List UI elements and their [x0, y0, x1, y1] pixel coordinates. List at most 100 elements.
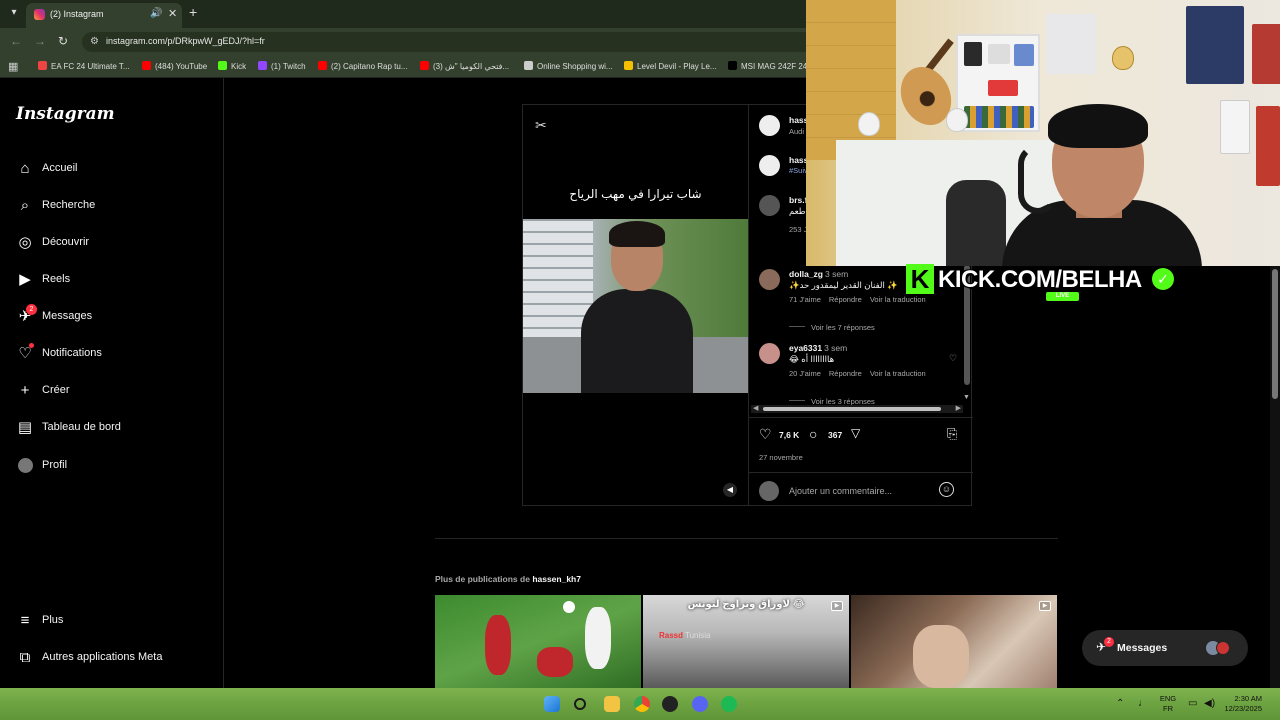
clock[interactable]: 2:30 AM 12/23/2025: [1222, 694, 1262, 714]
comment-user[interactable]: dolla_zg 3 sem: [789, 269, 848, 279]
avatar[interactable]: [759, 155, 780, 176]
comment-count[interactable]: 367: [828, 430, 842, 440]
microphone-icon[interactable]: ♩: [1138, 698, 1148, 709]
nav-item-reels[interactable]: ▶ Reels: [16, 269, 206, 293]
translate-button[interactable]: Voir la traduction: [870, 295, 926, 304]
comment-user[interactable]: eya6331 3 sem: [789, 343, 847, 353]
reload-icon[interactable]: ↻: [58, 34, 68, 48]
scroll-right-arrow-icon[interactable]: ▶: [956, 404, 961, 412]
network-icon[interactable]: ▭: [1188, 698, 1197, 709]
bookmark-item[interactable]: (2) Capitano Rap tu...: [318, 61, 407, 71]
nav-label: Notifications: [42, 347, 102, 359]
post-actions: ♡ 7,6 K ○ 367 ▽ ⎘ 27 novembre Ajouter un…: [749, 417, 973, 505]
comment-text: ✨الفنان القدير ليمقدور حد ✨: [789, 280, 898, 290]
nav-item-notifications[interactable]: ♡ Notifications: [16, 343, 206, 367]
meta-apps[interactable]: ⧉ Autres applications Meta: [16, 647, 206, 671]
instagram-logo[interactable]: Instagram: [16, 104, 115, 124]
audio-label[interactable]: Audi: [789, 127, 804, 136]
post-thumbnail[interactable]: ▶: [851, 595, 1057, 688]
close-tab-icon[interactable]: ✕: [168, 7, 177, 20]
search-icon[interactable]: [574, 698, 586, 710]
player-figure: [585, 607, 611, 669]
tab-search-chevron-icon[interactable]: ▾: [6, 5, 22, 21]
reply-button[interactable]: Répondre: [829, 295, 862, 304]
share-icon[interactable]: ▽: [851, 426, 860, 440]
shelf-item: [964, 42, 982, 66]
scroll-down-arrow-icon[interactable]: ▼: [963, 394, 970, 401]
comment-likes[interactable]: 71 J'aime: [789, 295, 821, 304]
comment-username[interactable]: eya6331: [789, 343, 822, 353]
volume-icon[interactable]: ◀: [723, 483, 737, 497]
add-comment-input[interactable]: Ajouter un commentaire...: [789, 486, 892, 496]
speaker-icon[interactable]: 🔊: [150, 8, 162, 19]
translate-button[interactable]: Voir la traduction: [870, 369, 926, 378]
comments-horizontal-scrollbar[interactable]: ◀ ▶: [751, 405, 963, 413]
nav-item-profile[interactable]: Profil: [16, 455, 206, 479]
language-indicator[interactable]: ENG FR: [1156, 694, 1180, 714]
date: 12/23/2025: [1224, 704, 1262, 713]
more-posts-title: Plus de publications de hassen_kh7: [435, 574, 581, 584]
bookmark-item[interactable]: MSI MAG 242F 24: [728, 61, 807, 71]
file-explorer-icon[interactable]: [604, 696, 620, 712]
scrollbar-thumb[interactable]: [763, 407, 941, 411]
emoji-icon[interactable]: ☺: [939, 482, 954, 497]
mask-figure: [946, 108, 968, 132]
shelf-item: [1014, 44, 1034, 66]
post-thumbnail[interactable]: [435, 595, 641, 688]
bookmark-item[interactable]: EA FC 24 Ultimate T...: [38, 61, 130, 71]
nav-item-home[interactable]: ⌂ Accueil: [16, 158, 206, 182]
new-tab-icon[interactable]: +: [189, 4, 197, 20]
comment-user[interactable]: brs.f: [789, 195, 807, 205]
scroll-left-arrow-icon[interactable]: ◀: [753, 404, 758, 412]
comment-username[interactable]: dolla_zg: [789, 269, 823, 279]
bookmark-icon[interactable]: ⎘: [947, 426, 957, 442]
capcut-logo-icon: ✂: [535, 117, 547, 133]
nav-item-dashboard[interactable]: ▤ Tableau de bord: [16, 417, 206, 441]
avatar[interactable]: [759, 195, 780, 216]
bookmark-item[interactable]: (3) فتحي الكوميا "ش...: [420, 61, 509, 71]
avatar[interactable]: [759, 269, 780, 290]
nav-item-create[interactable]: + Créer: [16, 380, 206, 404]
nav-item-search[interactable]: ⌕ Recherche: [16, 195, 206, 219]
bookmark-item[interactable]: (1) Twitch: [258, 61, 306, 71]
discord-icon[interactable]: [692, 696, 708, 712]
bookmark-item[interactable]: (484) YouTube: [142, 61, 207, 71]
site-info-icon[interactable]: ⚙: [90, 36, 99, 47]
post-thumbnail[interactable]: لاوراق وتزاوج لتونس 😂 Rassd Tunisia ▶: [643, 595, 849, 688]
volume-icon[interactable]: ◀): [1204, 698, 1215, 709]
back-arrow-icon[interactable]: ←: [10, 34, 22, 48]
comment-likes[interactable]: 20 J'aime: [789, 369, 821, 378]
bookmark-item[interactable]: Online Shopping wi...: [524, 61, 613, 71]
streamer-hair: [1048, 104, 1148, 148]
scrollbar-thumb[interactable]: [1272, 269, 1278, 399]
shelf-item: [988, 80, 1018, 96]
hashtag[interactable]: #Suiv: [789, 166, 808, 175]
bookmark-item[interactable]: Kick: [218, 61, 246, 71]
nav-item-messages[interactable]: ✈ 2 Messages: [16, 304, 206, 330]
comment-bubble-icon[interactable]: ○: [809, 426, 817, 442]
like-heart-icon[interactable]: ♡: [759, 426, 772, 443]
chrome-icon[interactable]: [634, 696, 650, 712]
forward-arrow-icon[interactable]: →: [34, 34, 46, 48]
like-count[interactable]: 7,6 K: [779, 430, 799, 440]
like-comment-heart-icon[interactable]: ♡: [949, 353, 957, 364]
apps-grid-icon[interactable]: ▦: [8, 60, 18, 73]
browser-tab[interactable]: (2) Instagram 🔊 ✕: [26, 3, 182, 28]
tray-chevron-icon[interactable]: ⌃: [1116, 698, 1124, 709]
avatar[interactable]: [759, 115, 780, 136]
avatar[interactable]: [759, 343, 780, 364]
page-scrollbar[interactable]: [1270, 265, 1280, 688]
windows-start-icon[interactable]: [544, 696, 560, 712]
reply-button[interactable]: Répondre: [829, 369, 862, 378]
messages-pill[interactable]: ✈ 2 Messages: [1082, 630, 1248, 666]
url-field[interactable]: ⚙ instagram.com/p/DRkpwW_gEDJ/?hl=fr: [82, 32, 842, 52]
nav-item-explore[interactable]: ◎ Découvrir: [16, 232, 206, 256]
bookmark-item[interactable]: Level Devil - Play Le...: [624, 61, 717, 71]
obs-icon[interactable]: [662, 696, 678, 712]
video-player[interactable]: ✂ شاب تيرارا في مهب الرياح ◀: [523, 105, 748, 505]
nav-label: Reels: [42, 273, 71, 285]
view-replies-button[interactable]: Voir les 7 réponses: [789, 323, 875, 332]
more-posts-user[interactable]: hassen_kh7: [532, 574, 581, 584]
spotify-icon[interactable]: [721, 696, 737, 712]
more-menu[interactable]: ≡ Plus: [16, 610, 206, 634]
